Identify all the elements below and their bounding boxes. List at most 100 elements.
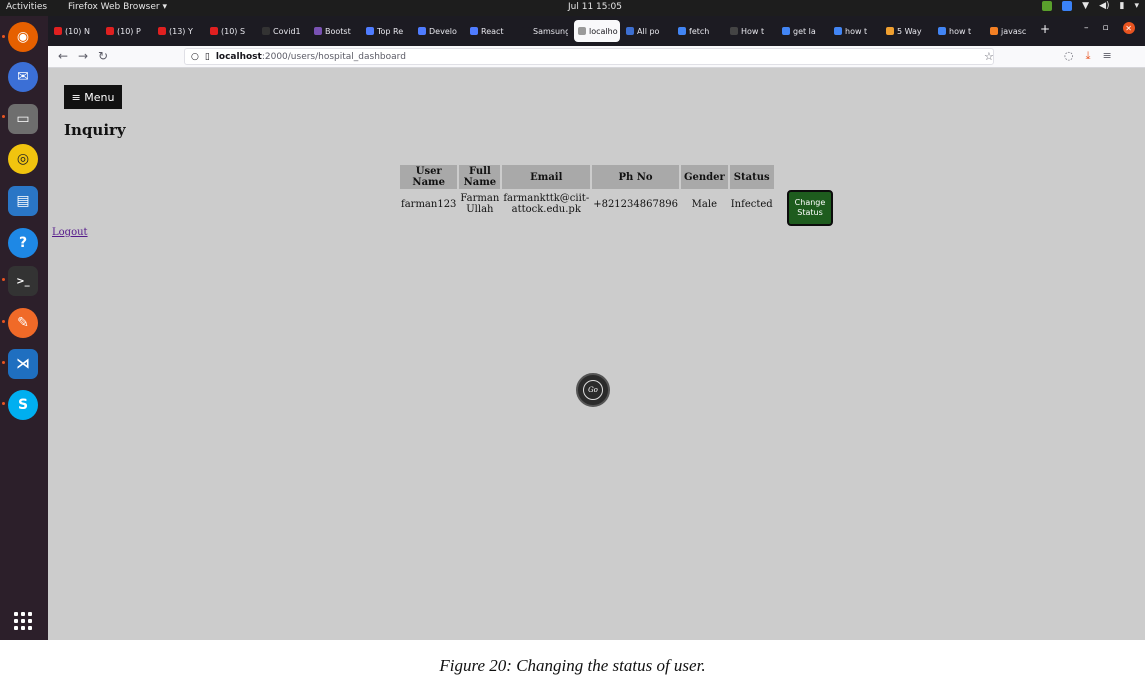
browser-tab[interactable]: get la xyxy=(782,20,828,42)
page-info-icon[interactable]: ▯ xyxy=(205,52,210,62)
new-tab-button[interactable]: + xyxy=(1040,22,1050,36)
tab-label: fetch xyxy=(689,26,710,36)
tab-label: javasc xyxy=(1001,26,1027,36)
tab-label: (10) N xyxy=(65,26,90,36)
tab-active[interactable]: localho× xyxy=(574,20,620,42)
tab-favicon-icon xyxy=(418,27,426,35)
go-label: Go xyxy=(583,380,603,400)
cell-full-name: Farman Ullah xyxy=(460,193,500,215)
activities-button[interactable]: Activities xyxy=(6,2,47,12)
go-button[interactable]: Go xyxy=(576,373,610,407)
terminal-icon[interactable]: >_ xyxy=(8,266,38,296)
browser-tab[interactable]: React xyxy=(470,20,516,42)
browser-tab[interactable]: 5 Way xyxy=(886,20,932,42)
show-applications-icon[interactable] xyxy=(14,612,32,630)
close-icon[interactable]: ✕ xyxy=(1122,22,1135,34)
tab-favicon-icon xyxy=(470,27,478,35)
firefox-icon[interactable]: ◉ xyxy=(8,22,38,52)
maximize-icon[interactable]: ▫ xyxy=(1103,23,1109,33)
tab-label: Top Re xyxy=(377,26,404,36)
tab-favicon-icon xyxy=(730,27,738,35)
help-icon[interactable]: ? xyxy=(8,228,38,258)
wifi-icon[interactable]: ▼ xyxy=(1082,1,1089,11)
tab-favicon-icon xyxy=(990,27,998,35)
cell-status: Infected xyxy=(730,198,773,210)
cell-user-name: farman123 xyxy=(401,198,457,210)
tab-label: (10) S xyxy=(221,26,246,36)
page-title: Inquiry xyxy=(64,121,126,139)
tab-favicon-icon xyxy=(366,27,374,35)
chat-icon[interactable] xyxy=(1062,1,1073,11)
browser-tab[interactable]: how t xyxy=(938,20,984,42)
rhythmbox-icon[interactable]: ◎ xyxy=(8,144,38,174)
app-menu[interactable]: Firefox Web Browser ▾ xyxy=(68,2,167,12)
tab-label: localho xyxy=(589,26,618,36)
tab-favicon-icon xyxy=(578,27,586,35)
url-path: :2000/users/hospital_dashboard xyxy=(261,51,406,62)
dock: ◉ ✉ ▭ ◎ ▤ ? >_ ✎ ⋊ S xyxy=(0,16,48,640)
volume-icon[interactable]: ◀) xyxy=(1099,1,1109,11)
browser-tab[interactable]: Covid1 xyxy=(262,20,308,42)
back-arrow-icon[interactable]: ← xyxy=(58,49,68,63)
files-icon[interactable]: ▭ xyxy=(8,104,38,134)
skype-icon[interactable]: S xyxy=(8,390,38,420)
minimize-icon[interactable]: – xyxy=(1084,23,1089,33)
browser-tab[interactable]: How t xyxy=(730,20,776,42)
running-indicator xyxy=(2,115,5,118)
browser-tab[interactable]: (10) P xyxy=(106,20,152,42)
forward-arrow-icon[interactable]: → xyxy=(78,49,88,63)
browser-tab[interactable]: how t xyxy=(834,20,880,42)
vscode-icon[interactable]: ⋊ xyxy=(8,349,38,379)
table-header-row: User Name Full Name Email Ph No Gender Sta… xyxy=(400,165,774,189)
postman-icon[interactable]: ✎ xyxy=(8,308,38,338)
thunderbird-icon[interactable]: ✉ xyxy=(8,62,38,92)
system-tray[interactable]: ▼ ◀) ▮ ▾ xyxy=(1042,1,1139,11)
running-indicator xyxy=(2,35,5,38)
download-icon[interactable]: ⤓ xyxy=(1086,49,1091,63)
bookmark-star-icon[interactable]: ☆ xyxy=(984,50,994,63)
pocket-icon[interactable]: ◌ xyxy=(1064,49,1074,63)
tab-label: (13) Y xyxy=(169,26,193,36)
gnome-top-bar: Activities Firefox Web Browser ▾ Jul 11 … xyxy=(0,0,1145,16)
firefox-tab-bar: (10) N (10) P (13) Y (10) S Covid1 Bootst Top … xyxy=(48,16,1145,46)
column-header-ph-no: Ph No xyxy=(592,165,679,189)
browser-tab[interactable]: javasc xyxy=(990,20,1036,42)
tab-label: Develo xyxy=(429,26,457,36)
browser-tab[interactable]: Samsung xyxy=(522,20,568,42)
browser-tab[interactable]: All po xyxy=(626,20,672,42)
reload-icon[interactable]: ↻ xyxy=(98,49,108,63)
running-indicator xyxy=(2,320,5,323)
tab-favicon-icon xyxy=(54,27,62,35)
tab-favicon-icon xyxy=(314,27,322,35)
column-header-status: Status xyxy=(729,165,774,189)
hamburger-menu-icon[interactable]: ≡ xyxy=(1102,49,1111,63)
shield-icon[interactable]: ○ xyxy=(191,52,199,62)
tab-label: Samsung xyxy=(533,26,568,36)
browser-tab[interactable]: Top Re xyxy=(366,20,412,42)
browser-tab[interactable]: (10) S xyxy=(210,20,256,42)
browser-tab[interactable]: (13) Y xyxy=(158,20,204,42)
tab-favicon-icon xyxy=(106,27,114,35)
logout-link[interactable]: Logout xyxy=(52,227,88,238)
browser-tab[interactable]: Bootst xyxy=(314,20,360,42)
menu-button[interactable]: ≡ Menu xyxy=(64,85,122,109)
extension-icon[interactable] xyxy=(1042,1,1053,11)
clock[interactable]: Jul 11 15:05 xyxy=(568,2,622,12)
tab-favicon-icon xyxy=(210,27,218,35)
browser-tab[interactable]: Develo xyxy=(418,20,464,42)
tab-favicon-icon xyxy=(522,27,530,35)
writer-icon[interactable]: ▤ xyxy=(8,186,38,216)
url-bar[interactable]: ○ ▯ localhost:2000/users/hospital_dashbo… xyxy=(184,48,994,65)
tab-label: How t xyxy=(741,26,765,36)
browser-tab[interactable]: (10) N xyxy=(54,20,100,42)
system-menu-chevron-icon[interactable]: ▾ xyxy=(1134,1,1139,11)
tab-label: React xyxy=(481,26,504,36)
battery-icon[interactable]: ▮ xyxy=(1120,1,1125,11)
column-header-gender: Gender xyxy=(680,165,728,189)
change-status-button[interactable]: Change Status xyxy=(787,190,833,226)
tab-label: Bootst xyxy=(325,26,351,36)
page-content: ≡ Menu Inquiry Logout User Name Full Name … xyxy=(48,68,1145,640)
tab-label: get la xyxy=(793,26,816,36)
tab-favicon-icon xyxy=(782,27,790,35)
browser-tab[interactable]: fetch xyxy=(678,20,724,42)
